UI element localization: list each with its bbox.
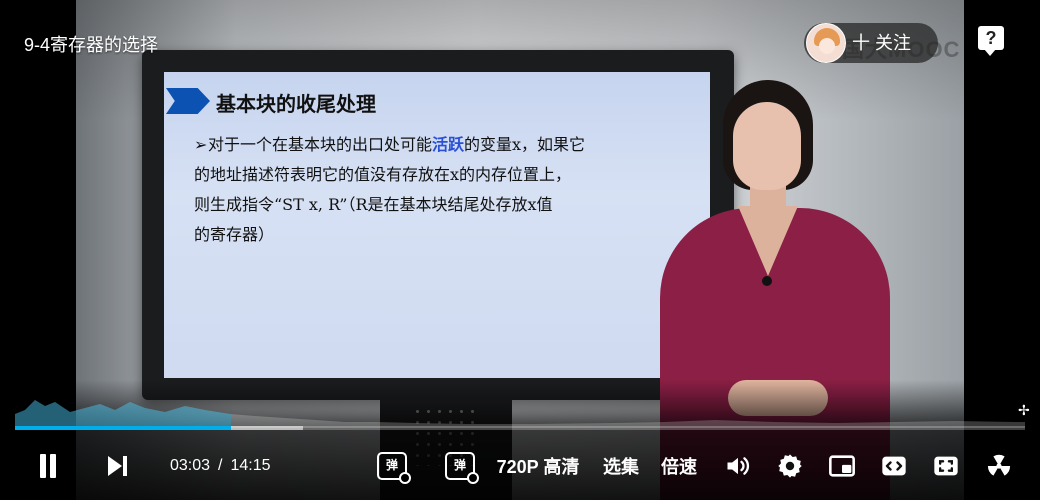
pip-icon: [829, 455, 855, 477]
video-title: 9-4寄存器的选择: [24, 35, 159, 55]
volume-icon: [727, 457, 750, 475]
current-time: 03:03: [170, 457, 211, 474]
uploader-follow-pill[interactable]: 十 关注: [804, 23, 938, 63]
time-separator: /: [218, 457, 223, 474]
danmaku-off-icon: 弹: [377, 452, 411, 484]
episodes-button[interactable]: 选集: [598, 440, 644, 492]
pause-button[interactable]: [28, 440, 68, 492]
slide-line-4: 的寄存器）: [194, 225, 275, 244]
danmaku-glyph: 弹: [385, 458, 398, 472]
slide-line-3: 则生成指令“ST x, R”（R是在基本块结尾处存放x值: [194, 195, 553, 214]
slide-line-2: 的地址描述符表明它的值没有存放在x的内存位置上，: [194, 165, 572, 184]
web-fullscreen-button[interactable]: [930, 440, 962, 492]
fullscreen-button[interactable]: [982, 440, 1016, 492]
next-button[interactable]: [98, 440, 138, 492]
arrow-icon: [166, 88, 210, 114]
energy-graph: [15, 400, 1025, 428]
settings-button[interactable]: [774, 440, 806, 492]
danmaku-settings-icon: 弹: [445, 452, 479, 484]
slide-text: 对于一个在基本块的出口处可能: [208, 135, 433, 154]
time-display: 03:03 / 14:15: [170, 440, 271, 492]
duration: 14:15: [230, 457, 271, 474]
danmaku-glyph: 弹: [453, 458, 466, 472]
widescreen-icon: [882, 456, 906, 476]
quality-button[interactable]: 720P 高清: [490, 440, 586, 492]
chapter-marker-icon[interactable]: ✢: [1018, 402, 1030, 419]
web-fullscreen-icon: [934, 456, 958, 476]
danmaku-toggle-button[interactable]: 弹: [372, 440, 412, 492]
video-player[interactable]: 基本块的收尾处理 ➢对于一个在基本块的出口处可能活跃的变量x，如果它 的地址描述…: [0, 0, 1040, 500]
picture-in-picture-button[interactable]: [826, 440, 858, 492]
gear-icon: [778, 454, 802, 478]
danmaku-dot: [467, 472, 479, 484]
danmaku-settings-button[interactable]: 弹: [440, 440, 480, 492]
next-icon: [108, 456, 128, 476]
pause-icon: [38, 454, 58, 478]
lapel-mic: [762, 276, 772, 286]
slide-header: 基本块的收尾处理: [164, 72, 710, 120]
danmaku-dot: [399, 472, 411, 484]
slide-title: 基本块的收尾处理: [216, 92, 376, 116]
follow-button[interactable]: 十 关注: [852, 23, 911, 63]
radiation-icon: [987, 454, 1011, 476]
presenter-face: [733, 102, 801, 190]
widescreen-button[interactable]: [878, 440, 910, 492]
slide-highlight: 活跃: [432, 135, 465, 154]
volume-button[interactable]: [722, 440, 754, 492]
lecture-slide: 基本块的收尾处理 ➢对于一个在基本块的出口处可能活跃的变量x，如果它 的地址描述…: [164, 72, 710, 378]
bullet-icon: ➢: [194, 135, 208, 154]
control-bar: 03:03 / 14:15 弹 弹 720P 高清 选集 倍速: [0, 440, 1040, 492]
slide-line-1: ➢对于一个在基本块的出口处可能活跃的变量x，如果它: [194, 130, 700, 160]
slide-text: 的变量x，如果它: [464, 135, 586, 154]
progress-played: [15, 426, 232, 430]
avatar[interactable]: [806, 23, 846, 63]
progress-bar[interactable]: [15, 426, 1025, 430]
help-icon[interactable]: ?: [978, 26, 1004, 56]
speed-button[interactable]: 倍速: [656, 440, 702, 492]
slide-body: ➢对于一个在基本块的出口处可能活跃的变量x，如果它 的地址描述符表明它的值没有存…: [194, 130, 700, 250]
